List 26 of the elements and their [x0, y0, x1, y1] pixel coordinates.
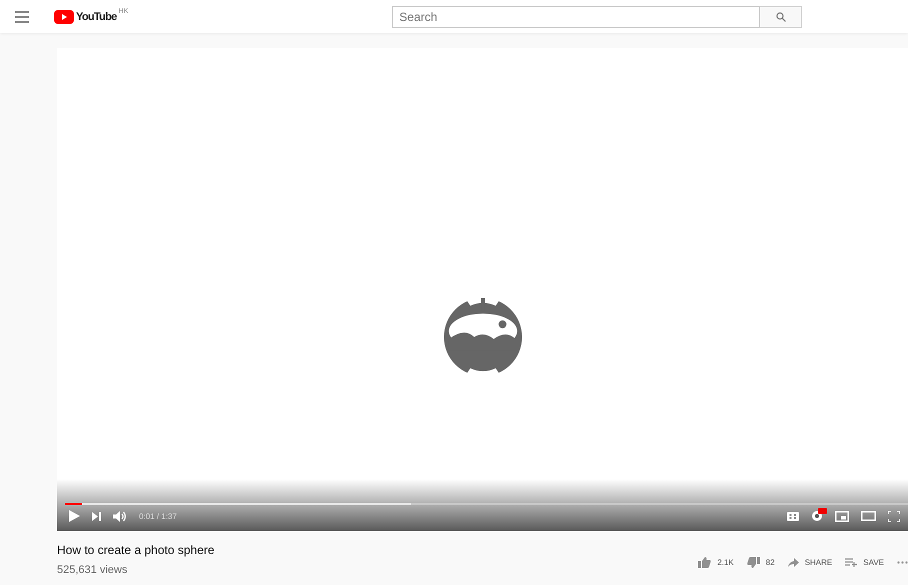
playlist-add-icon — [845, 558, 858, 566]
search-field[interactable]: Search — [392, 6, 760, 28]
save-button[interactable]: SAVE — [845, 558, 884, 566]
search-button[interactable] — [760, 6, 802, 28]
like-button[interactable]: 2.1K — [698, 556, 734, 568]
view-count: 525,631 views — [57, 564, 128, 576]
captions-icon[interactable] — [787, 512, 799, 520]
logo-wordmark[interactable]: YouTube — [76, 10, 118, 24]
search-icon — [776, 12, 786, 22]
video-title: How to create a photo sphere — [57, 543, 216, 557]
time-display: 0:01 / 1:37 — [139, 512, 177, 520]
miniplayer-icon[interactable] — [835, 510, 849, 522]
share-button[interactable]: SHARE — [788, 558, 832, 566]
volume-icon[interactable] — [113, 510, 127, 522]
play-icon[interactable] — [69, 510, 80, 522]
play-logo-icon[interactable] — [54, 10, 74, 24]
more-button[interactable] — [897, 560, 908, 564]
thumbs-up-icon — [698, 556, 712, 568]
thumbs-down-icon — [746, 556, 760, 568]
dislike-button[interactable]: 82 — [746, 556, 775, 568]
next-icon[interactable] — [92, 512, 101, 520]
fullscreen-icon[interactable] — [888, 510, 900, 522]
more-icon — [897, 560, 908, 564]
share-arrow-icon — [788, 558, 799, 566]
theater-mode-icon[interactable] — [861, 511, 876, 521]
menu-icon[interactable] — [15, 10, 29, 22]
